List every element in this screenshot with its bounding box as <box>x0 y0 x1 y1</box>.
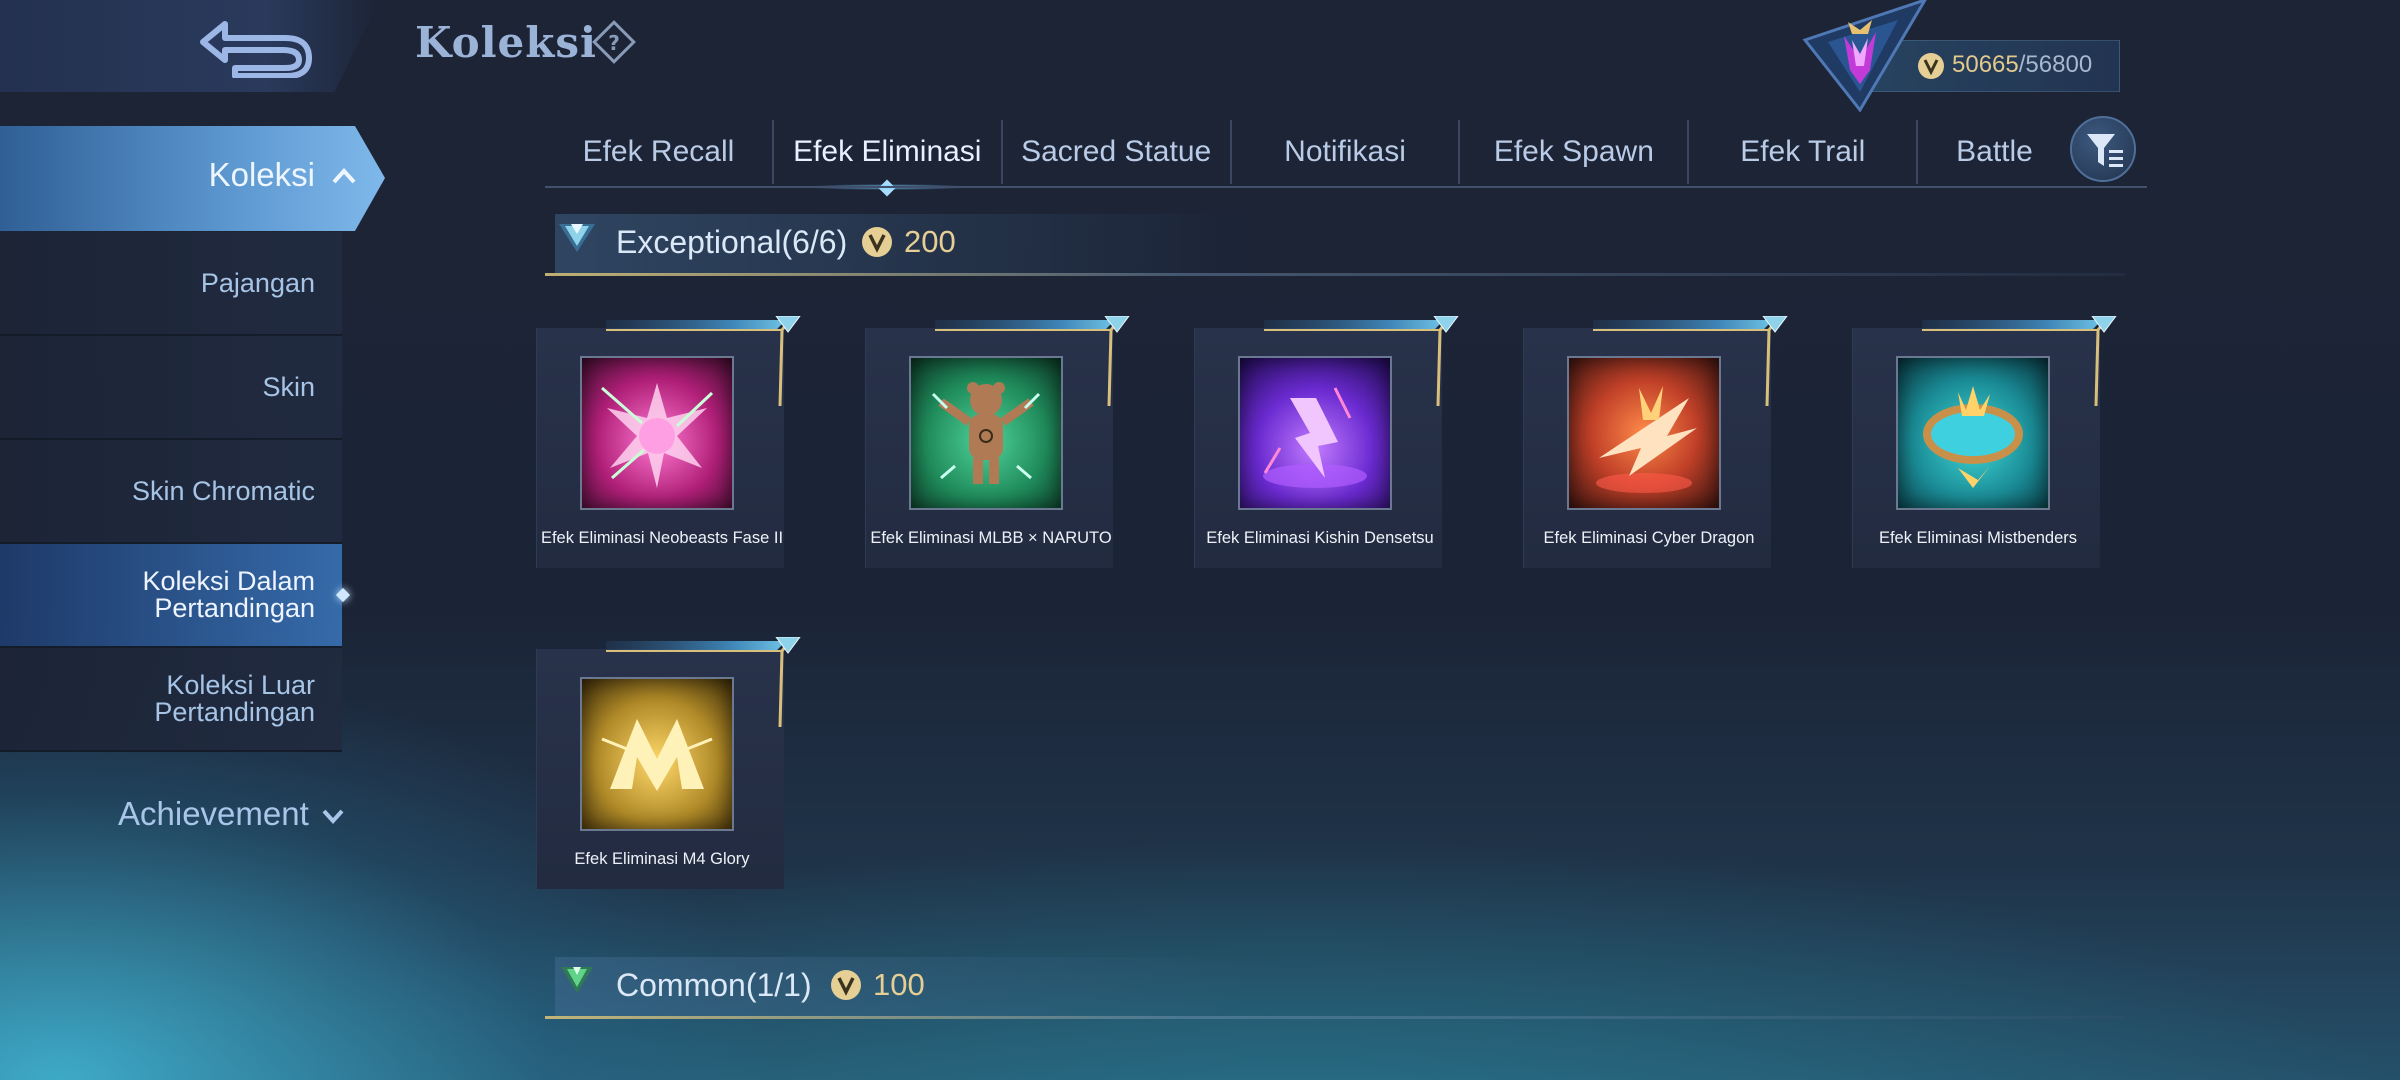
currency-value: 50665/56800 <box>1952 51 2093 78</box>
section-title: Common(1/1) <box>616 967 812 1003</box>
rank-emblem-icon <box>1802 0 1927 112</box>
tab-label: Efek Spawn <box>1493 135 1654 168</box>
tab-label: Efek Recall <box>582 135 735 168</box>
card-caption: Efek Eliminasi Cyber Dragon <box>1543 528 1755 547</box>
naruto-bear-icon <box>909 356 1063 510</box>
back-button-panel[interactable] <box>0 0 380 92</box>
sidebar-item-pajangan[interactable]: Pajangan <box>0 232 342 336</box>
neobeasts-burst-icon <box>580 356 734 510</box>
battle-points-coin-icon <box>831 970 861 1000</box>
section-underline <box>545 1016 2125 1019</box>
card-caption: Efek Eliminasi M4 Glory <box>574 849 750 868</box>
sidebar-section-label: Koleksi <box>208 156 315 193</box>
section-header-exceptional: Exceptional(6/6) 200 <box>545 214 2125 276</box>
tab-efek-recall[interactable]: Efek Recall <box>545 120 774 184</box>
tab-efek-trail[interactable]: Efek Trail <box>1689 120 1919 184</box>
sidebar-item-label: Pajangan <box>200 267 315 298</box>
tabs-divider <box>545 186 2147 188</box>
sidebar-item-label: Koleksi Luar Pertandingan <box>154 670 315 727</box>
cyber-dragon-icon <box>1567 356 1721 510</box>
tab-label: Sacred Statue <box>1021 135 1212 168</box>
active-tab-indicator <box>878 179 896 197</box>
card-caption: Efek Eliminasi Neobeasts Fase II <box>540 528 784 547</box>
help-icon[interactable]: ? <box>590 18 638 66</box>
tab-label: Efek Eliminasi <box>793 135 982 168</box>
sidebar-item-label: Koleksi Dalam Pertandingan <box>142 566 315 623</box>
kishin-lightning-icon <box>1238 356 1392 510</box>
tier-triangle-icon <box>561 967 593 993</box>
tab-label: Battle <box>1956 135 2033 168</box>
collection-card[interactable]: Efek Eliminasi Kishin Densetsu <box>1194 316 1459 568</box>
tab-efek-spawn[interactable]: Efek Spawn <box>1460 120 1690 184</box>
tab-notifikasi[interactable]: Notifikasi <box>1232 120 1461 184</box>
collection-card[interactable]: Efek Eliminasi Neobeasts Fase II <box>536 316 801 568</box>
chevron-up-icon <box>332 168 356 184</box>
tab-efek-eliminasi[interactable]: Efek Eliminasi <box>774 120 1003 197</box>
m4-glory-icon <box>580 677 734 831</box>
collection-card[interactable]: Efek Eliminasi Mistbenders <box>1852 316 2117 568</box>
tier-triangle-icon <box>559 224 595 252</box>
collection-card[interactable]: Efek Eliminasi MLBB × NARUTO <box>865 316 1130 568</box>
sidebar-item-label: Skin <box>262 371 315 402</box>
back-arrow-icon[interactable] <box>195 14 315 78</box>
category-tabs: Efek Recall Efek Eliminasi Sacred Statue… <box>545 120 2147 197</box>
page-title: Koleksi <box>415 18 597 67</box>
sidebar-section-koleksi[interactable]: Koleksi <box>0 126 385 231</box>
sidebar-item-koleksi-luar-pertandingan[interactable]: Koleksi Luar Pertandingan <box>0 648 342 752</box>
card-caption: Efek Eliminasi Kishin Densetsu <box>1206 528 1434 547</box>
section-price: 200 <box>904 224 956 259</box>
section-price: 100 <box>873 967 925 1002</box>
achievement-label: Achievement <box>118 795 309 832</box>
mistbenders-ko-icon <box>1896 356 2050 510</box>
section-underline <box>545 273 2125 276</box>
tab-sacred-statue[interactable]: Sacred Statue <box>1003 120 1232 184</box>
tab-label: Notifikasi <box>1284 135 1406 168</box>
collection-card[interactable]: Efek Eliminasi Cyber Dragon <box>1523 316 1788 568</box>
sidebar-item-skin-chromatic[interactable]: Skin Chromatic <box>0 440 342 544</box>
chevron-down-icon <box>322 809 344 825</box>
sidebar-item-koleksi-dalam-pertandingan[interactable]: Koleksi Dalam Pertandingan <box>0 544 342 648</box>
filter-button[interactable] <box>2070 116 2136 182</box>
battle-points-coin-icon <box>862 227 892 257</box>
section-title: Exceptional(6/6) <box>616 224 848 260</box>
svg-text:?: ? <box>608 31 620 55</box>
sidebar-item-label: Skin Chromatic <box>131 475 315 506</box>
card-caption: Efek Eliminasi Mistbenders <box>1878 528 2078 547</box>
sidebar-menu: Pajangan Skin Skin Chromatic Koleksi Dal… <box>0 232 342 752</box>
tab-label: Efek Trail <box>1740 135 1866 168</box>
sidebar-item-skin[interactable]: Skin <box>0 336 342 440</box>
section-header-common: Common(1/1) 100 <box>545 957 2125 1019</box>
collection-card[interactable]: Efek Eliminasi M4 Glory <box>536 637 801 889</box>
battle-points-coin-icon <box>1918 53 1944 79</box>
sidebar-section-achievement[interactable]: Achievement <box>118 795 345 833</box>
card-caption: Efek Eliminasi MLBB × NARUTO <box>870 528 1112 547</box>
filter-icon <box>2087 134 2123 167</box>
